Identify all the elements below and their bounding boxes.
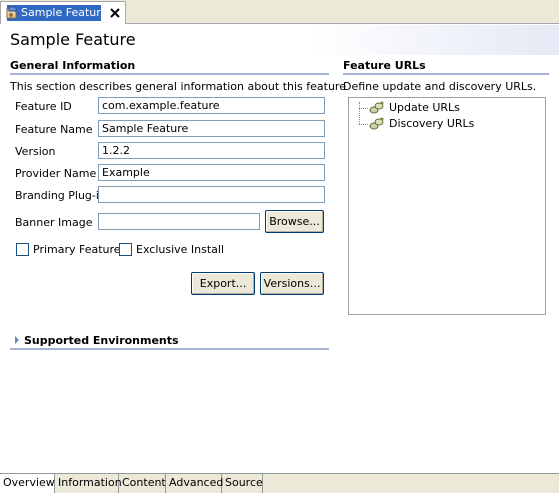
editor-tab-label[interactable]: Sample Feature — [7, 5, 107, 21]
tab-content[interactable]: Content — [119, 474, 166, 493]
feature-id-field[interactable] — [98, 97, 325, 114]
tab-information[interactable]: Information — [55, 474, 122, 493]
exclusive-install-option[interactable]: Exclusive Install — [119, 243, 224, 257]
version-field[interactable] — [98, 142, 325, 159]
primary-feature-option[interactable]: Primary Feature — [16, 243, 121, 257]
feature-icon — [6, 6, 17, 19]
expand-arrow-icon[interactable] — [15, 336, 19, 344]
editor-tab-sample-feature[interactable]: Sample Feature — [0, 1, 126, 24]
feature-name-field[interactable] — [98, 120, 325, 137]
page-title: Sample Feature — [10, 30, 136, 49]
banner-image-label: Banner Image — [15, 216, 93, 229]
feature-urls-tree[interactable]: Update URLs Discovery URLs — [348, 97, 546, 315]
provider-name-field[interactable] — [98, 164, 325, 181]
feature-id-label: Feature ID — [15, 100, 72, 113]
feature-urls-section-rule — [343, 73, 549, 75]
general-info-section-rule — [10, 73, 329, 75]
editor-tab-bar: Sample Feature — [0, 0, 559, 24]
tree-item-discovery-urls[interactable]: Discovery URLs — [349, 116, 545, 132]
supported-environments-section-title[interactable]: Supported Environments — [24, 334, 179, 347]
general-info-section-title: General Information — [10, 59, 136, 72]
tab-advanced[interactable]: Advanced — [166, 474, 223, 493]
versions-button[interactable]: Versions... — [260, 272, 324, 295]
tree-item-label: Update URLs — [389, 101, 460, 114]
tab-source[interactable]: Source — [222, 474, 263, 493]
export-button[interactable]: Export... — [191, 272, 255, 295]
exclusive-install-label: Exclusive Install — [136, 243, 225, 256]
provider-name-label: Provider Name — [15, 167, 97, 180]
tree-item-label: Discovery URLs — [389, 117, 475, 130]
page-tab-bar: Overview Information Content Advanced So… — [0, 473, 559, 493]
feature-name-label: Feature Name — [15, 123, 93, 136]
supported-environments-section-rule — [10, 348, 329, 350]
url-icon — [369, 101, 384, 114]
general-info-description: This section describes general informati… — [10, 80, 346, 93]
exclusive-install-checkbox[interactable] — [119, 243, 132, 256]
tree-item-update-urls[interactable]: Update URLs — [349, 100, 545, 116]
tab-overview[interactable]: Overview — [0, 474, 55, 493]
feature-urls-description: Define update and discovery URLs. — [343, 80, 537, 93]
feature-urls-section-title: Feature URLs — [343, 59, 426, 72]
primary-feature-checkbox[interactable] — [16, 243, 29, 256]
branding-plugin-field[interactable] — [98, 186, 325, 203]
branding-plugin-label: Branding Plug-in — [15, 189, 106, 202]
close-icon[interactable] — [107, 5, 123, 21]
banner-image-field[interactable] — [98, 213, 260, 230]
url-icon — [369, 117, 384, 130]
version-label: Version — [15, 145, 56, 158]
primary-feature-label: Primary Feature — [33, 243, 121, 256]
form-header: Sample Feature — [0, 25, 559, 55]
browse-button[interactable]: Browse... — [265, 210, 324, 233]
